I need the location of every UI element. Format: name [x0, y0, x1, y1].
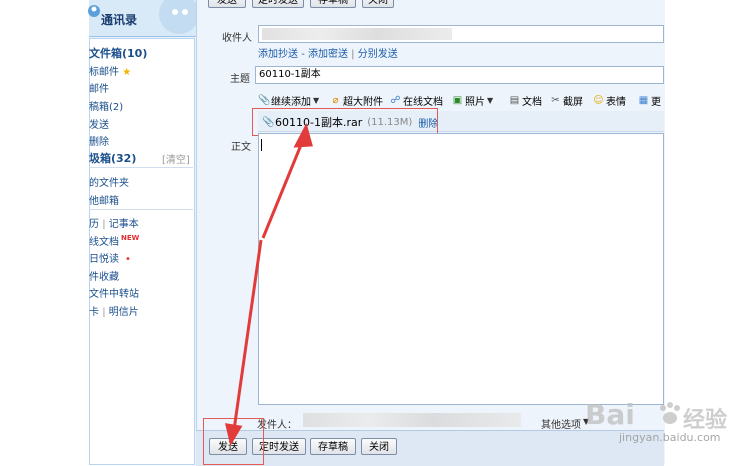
- watermark-brand-cn: 经验: [683, 408, 728, 433]
- watermark-brand: Bai: [585, 398, 635, 431]
- arrow-to-send-button: [232, 239, 263, 431]
- watermark-url: jingyan.baidu.com: [619, 431, 721, 444]
- arrowhead-icon: [225, 423, 243, 446]
- arrowhead-icon: [293, 122, 313, 148]
- baidu-watermark: Bai 经验 jingyan.baidu.com: [585, 398, 750, 460]
- annotation-arrows: [225, 122, 313, 446]
- arrow-to-attachment: [261, 139, 305, 239]
- paw-icon: [660, 402, 680, 424]
